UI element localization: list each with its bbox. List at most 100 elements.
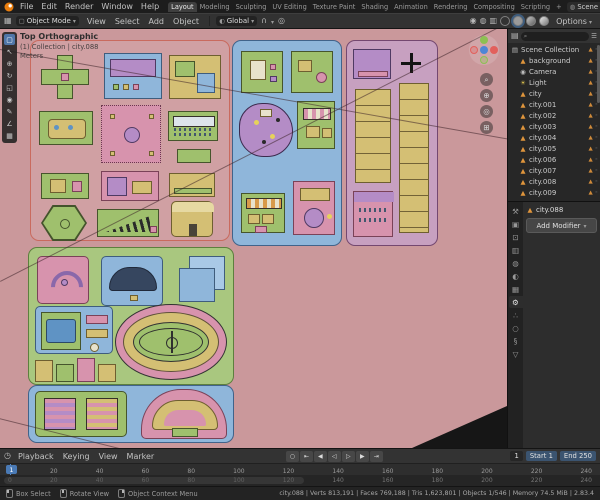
apartment-slab-a[interactable] [355,89,391,183]
workspace-tab[interactable]: Modeling [197,2,233,12]
world-properties-tab[interactable]: ◐ [509,270,523,282]
add-cube-tool[interactable]: ▦ [4,130,15,141]
viewport-menu-item[interactable]: View [83,16,110,27]
axis-negx-handle[interactable] [470,46,478,54]
timeline-menu-item[interactable]: View [95,451,122,462]
annotate-tool[interactable]: ✎ [4,106,15,117]
object-data-icon[interactable]: ▲ [589,113,593,119]
timeline-scrollbar[interactable] [4,477,304,484]
pan-icon[interactable]: ⊕ [480,89,493,102]
screen-plaza[interactable] [101,256,163,306]
hide-render-icon[interactable]: ◦ [595,168,598,174]
viewport-menu-item[interactable]: Object [169,16,203,27]
outliner-item[interactable]: ▲ city.006 ▲ ◦ [508,154,600,165]
cottage[interactable] [41,173,89,199]
hide-render-icon[interactable]: ◦ [595,124,598,130]
playhead-badge[interactable]: 1 [6,465,17,474]
zoom-icon[interactable]: ⌕ [480,73,493,86]
workspace-tab[interactable]: Animation [391,2,431,12]
gazebo[interactable] [41,205,87,241]
topbar-menu-item[interactable]: Edit [37,1,61,12]
object-data-icon[interactable]: ▲ [589,47,593,53]
options-dropdown[interactable]: Options [552,16,596,27]
workspace-tab[interactable]: Shading [358,2,391,12]
shop-row[interactable] [35,358,119,382]
apartment-slab-b[interactable] [399,83,429,233]
workspace-tab[interactable]: Texture Paint [310,2,359,12]
toggle-ortho-icon[interactable]: ⊞ [480,121,493,134]
scene-selector[interactable]: ◍ Scene ✕ [566,1,600,12]
rotate-tool[interactable]: ↻ [4,70,15,81]
modifier-properties-tab[interactable]: ⚙ [508,296,523,308]
hide-render-icon[interactable]: ◦ [595,113,598,119]
scene-properties-tab[interactable]: ◍ [509,257,523,269]
outliner-item[interactable]: ▲ city ▲ ◦ [508,88,600,99]
object-data-icon[interactable]: ▲ [589,179,593,185]
kiosk-row[interactable] [177,149,211,163]
plaza-with-table[interactable] [101,105,161,163]
snap-dropdown-icon[interactable] [271,17,274,26]
material-shading-icon[interactable] [526,16,537,26]
outliner-item[interactable]: ☀ Light ▲ ◦ [508,77,600,88]
garden-lot[interactable] [291,51,333,93]
helipad-cross[interactable] [401,53,421,73]
active-tool-tab[interactable]: ⚒ [509,205,523,217]
workspace-tab[interactable]: + [553,2,565,12]
axis-y-handle[interactable] [480,36,488,44]
amphitheater[interactable] [141,389,227,439]
move-tool[interactable]: ⊕ [4,58,15,69]
outliner-editor-icon[interactable]: ▤ [511,32,519,40]
workspace-tab[interactable]: Rendering [431,2,471,12]
next-keyframe-button[interactable]: ▶ [355,450,369,462]
object-data-properties-tab[interactable]: ▽ [509,348,523,360]
outliner-item[interactable]: ▲ city.004 ▲ ◦ [508,132,600,143]
object-data-icon[interactable]: ▲ [589,157,593,163]
outliner-search-input[interactable]: ⌕ [520,31,590,41]
aqua-park[interactable] [35,306,113,354]
measure-tool[interactable]: ∠ [4,118,15,129]
axis-negy-handle[interactable] [480,56,488,64]
lido[interactable] [293,181,335,235]
outliner-item[interactable]: ▲ city.003 ▲ ◦ [508,121,600,132]
show-gizmo-icon[interactable]: ◉ [470,17,477,25]
sheet-stack[interactable] [177,254,227,304]
topbar-menu-item[interactable]: Window [97,1,137,12]
play-reverse-button[interactable]: ◁ [327,450,341,462]
add-modifier-button[interactable]: Add Modifier [526,218,597,233]
storage-cube[interactable] [171,201,214,237]
office-lot[interactable] [241,51,283,93]
pool-house[interactable] [39,111,93,145]
object-data-icon[interactable]: ▲ [589,168,593,174]
object-data-icon[interactable]: ▲ [589,190,593,196]
outliner-item[interactable]: ▲ city.002 ▲ ◦ [508,110,600,121]
filter-icon[interactable]: ☰ [591,33,597,40]
duck-pond[interactable] [239,103,293,157]
object-data-icon[interactable]: ▲ [589,102,593,108]
utility-block[interactable] [353,49,391,79]
editor-type-icon[interactable]: ▦ [4,17,12,25]
hide-render-icon[interactable]: ◦ [595,157,598,163]
outliner-item[interactable]: ◉ Camera ▲ ◦ [508,66,600,77]
current-frame-field[interactable]: 1 [510,451,523,461]
topbar-menu-item[interactable]: Help [137,1,163,12]
object-data-icon[interactable]: ▲ [589,146,593,152]
outliner-item[interactable]: ▤ Scene Collection ▲ ◦ [508,44,600,55]
object-data-icon[interactable]: ▲ [589,135,593,141]
object-data-icon[interactable]: ▲ [589,58,593,64]
viewport-menu-item[interactable]: Select [111,16,144,27]
outliner-item[interactable]: ▲ city.005 ▲ ◦ [508,143,600,154]
select-box-tool[interactable]: ▢ [4,34,15,45]
topbar-menu-item[interactable]: File [16,1,37,12]
market-stall[interactable] [241,193,285,233]
outliner-item[interactable]: ▲ city.008 ▲ ◦ [508,176,600,187]
3d-viewport[interactable]: ▢ ↖ ⊕ ↻ ◱ ◉ ✎ ∠ ▦ Top Orthographic (1) Collectio… [0,29,507,448]
jump-start-button[interactable]: ⇤ [299,450,313,462]
bench-plaza[interactable] [37,256,90,310]
timeline-menu-item[interactable]: Keying [59,451,94,462]
theater-block[interactable] [28,385,234,443]
hotel-block[interactable] [353,191,394,237]
outliner-item[interactable]: ▲ background ▲ ◦ [508,55,600,66]
orientation-dropdown[interactable]: ◐ Global [216,16,258,26]
workspace-tab[interactable]: Scripting [518,2,553,12]
timeline-menu-item[interactable]: Playback [14,451,58,462]
